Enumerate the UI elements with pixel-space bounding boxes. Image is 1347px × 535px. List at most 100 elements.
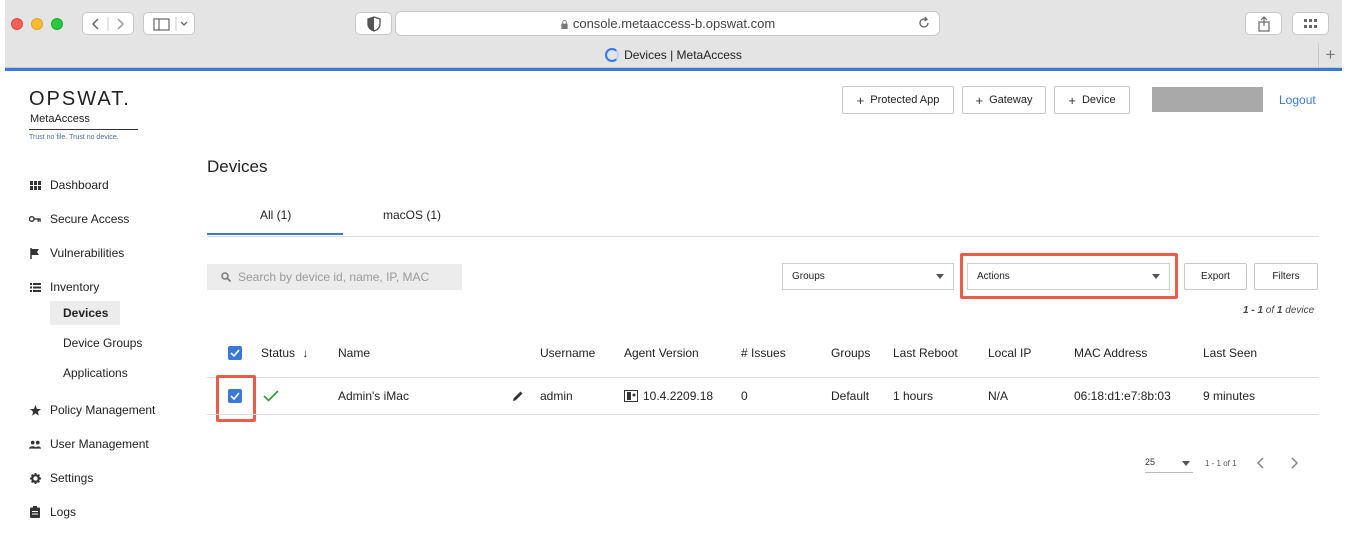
sidebar-subitem-applications[interactable]: Applications xyxy=(63,366,128,380)
plus-icon: + xyxy=(975,92,984,108)
reload-icon[interactable] xyxy=(917,16,931,30)
sidebar-item-user-management[interactable]: User Management xyxy=(29,437,149,451)
checkmark-icon xyxy=(230,392,240,400)
page-size-select[interactable]: 25 xyxy=(1145,457,1193,473)
sidebar-item-vulnerabilities[interactable]: Vulnerabilities xyxy=(29,246,124,260)
url-text: console.metaaccess-b.opswat.com xyxy=(572,16,776,31)
sidebar-item-label: Secure Access xyxy=(50,212,130,226)
button-label: Gateway xyxy=(989,94,1033,106)
address-bar[interactable]: console.metaaccess-b.opswat.com xyxy=(395,11,940,36)
device-search-input[interactable]: Search by device id, name, IP, MAC xyxy=(207,264,462,290)
device-count: 1 - 1 of 1 device xyxy=(1243,305,1314,316)
opswat-logo[interactable]: OPSWAT. xyxy=(29,88,131,111)
chevron-right-icon xyxy=(1291,457,1299,469)
tab-title: Devices | MetaAccess xyxy=(624,48,742,62)
mac-address-cell: 06:18:d1:e7:8b:03 xyxy=(1074,389,1171,403)
column-header-agent-version[interactable]: Agent Version xyxy=(624,346,699,360)
add-device-button[interactable]: + Device xyxy=(1054,86,1130,114)
privacy-shield-button[interactable] xyxy=(355,12,392,35)
column-header-last-seen[interactable]: Last Seen xyxy=(1203,346,1257,360)
filters-button[interactable]: Filters xyxy=(1254,263,1318,290)
clipboard-icon xyxy=(29,506,41,518)
sidebar-item-label: Dashboard xyxy=(50,178,109,192)
edit-pencil-icon[interactable] xyxy=(512,389,524,407)
page-size-value: 25 xyxy=(1145,457,1156,467)
back-forward-icon xyxy=(91,16,125,31)
header-label: Status xyxy=(261,346,296,360)
shield-icon xyxy=(366,15,381,32)
column-header-last-reboot[interactable]: Last Reboot xyxy=(893,346,958,360)
close-window-button[interactable] xyxy=(11,18,23,30)
logout-link[interactable]: Logout xyxy=(1279,93,1316,107)
sidebar-item-logs[interactable]: Logs xyxy=(29,505,76,519)
chevron-left-icon xyxy=(1256,457,1264,469)
device-name-link[interactable]: Admin's iMac xyxy=(338,389,409,403)
export-button[interactable]: Export xyxy=(1184,263,1247,290)
product-name: MetaAccess xyxy=(30,113,90,125)
column-header-name[interactable]: Name xyxy=(338,346,370,360)
column-header-groups[interactable]: Groups xyxy=(831,346,870,360)
star-icon xyxy=(29,404,41,416)
column-header-mac-address[interactable]: MAC Address xyxy=(1074,346,1147,360)
sidebar-item-label: Logs xyxy=(50,505,77,519)
sidebar-item-inventory[interactable]: Inventory xyxy=(29,280,99,294)
groups-select[interactable]: Groups xyxy=(782,263,954,290)
tab-all[interactable]: All (1) xyxy=(260,208,291,222)
add-gateway-button[interactable]: + Gateway xyxy=(962,86,1046,114)
last-seen-cell: 9 minutes xyxy=(1203,389,1256,403)
user-account-redacted[interactable] xyxy=(1152,87,1263,112)
gear-icon xyxy=(29,472,41,484)
chevron-down-icon xyxy=(1152,274,1160,279)
column-header-issues[interactable]: # Issues xyxy=(741,346,786,360)
count-unit: device xyxy=(1285,305,1315,316)
list-icon xyxy=(29,281,41,293)
column-header-username[interactable]: Username xyxy=(540,346,595,360)
share-button[interactable] xyxy=(1245,12,1282,35)
lock-icon xyxy=(561,20,568,29)
search-placeholder: Search by device id, name, IP, MAC xyxy=(238,270,430,284)
previous-page-button[interactable] xyxy=(1253,455,1267,471)
select-all-checkbox[interactable] xyxy=(228,346,242,360)
row-checkbox[interactable] xyxy=(228,389,242,403)
next-page-button[interactable] xyxy=(1288,455,1302,471)
select-value: Actions xyxy=(977,271,1010,282)
plus-icon: + xyxy=(1325,45,1336,64)
sidebar-item-secure-access[interactable]: Secure Access xyxy=(29,212,129,226)
sidebar-toggle-button[interactable] xyxy=(143,12,195,35)
actions-select[interactable]: Actions xyxy=(967,263,1170,290)
zoom-window-button[interactable] xyxy=(51,18,63,30)
back-forward-buttons[interactable] xyxy=(82,12,134,35)
local-ip-cell: N/A xyxy=(988,389,1009,403)
sidebar-item-label: Policy Management xyxy=(50,403,156,417)
sidebar-item-settings[interactable]: Settings xyxy=(29,471,93,485)
table-header-divider xyxy=(207,377,1319,378)
sidebar-item-label: Inventory xyxy=(50,280,100,294)
browser-tab[interactable]: Devices | MetaAccess xyxy=(5,44,1342,66)
sidebar-item-dashboard[interactable]: Dashboard xyxy=(29,178,109,192)
minimize-window-button[interactable] xyxy=(31,18,43,30)
tab-overview-button[interactable] xyxy=(1292,12,1329,35)
new-tab-button[interactable]: + xyxy=(1318,43,1342,67)
button-label: Device xyxy=(1081,94,1116,106)
sidebar-subitem-device-groups[interactable]: Device Groups xyxy=(63,336,142,350)
sidebar-subitem-devices[interactable]: Devices xyxy=(50,301,120,325)
share-icon xyxy=(1257,15,1270,32)
button-label: Protected App xyxy=(870,94,940,106)
add-protected-app-button[interactable]: + Protected App xyxy=(842,86,954,114)
sidebar-item-label: User Management xyxy=(50,437,149,451)
chevron-down-icon xyxy=(1182,461,1190,466)
chevron-down-icon xyxy=(936,274,944,279)
checkmark-icon xyxy=(230,349,240,357)
sidebar-item-policy-management[interactable]: Policy Management xyxy=(29,403,155,417)
tabs-divider xyxy=(207,236,1319,237)
grid-icon xyxy=(29,179,41,191)
column-header-local-ip[interactable]: Local IP xyxy=(988,346,1031,360)
apple-os-icon xyxy=(624,390,638,402)
column-header-status[interactable]: Status ↓ xyxy=(261,346,308,360)
grid-icon xyxy=(1303,18,1317,28)
status-ok-icon xyxy=(263,389,279,407)
agent-version-cell: 10.4.2209.18 xyxy=(624,389,713,403)
tab-macos[interactable]: macOS (1) xyxy=(383,208,441,222)
count-total: 1 xyxy=(1276,305,1283,316)
search-icon xyxy=(221,272,231,282)
